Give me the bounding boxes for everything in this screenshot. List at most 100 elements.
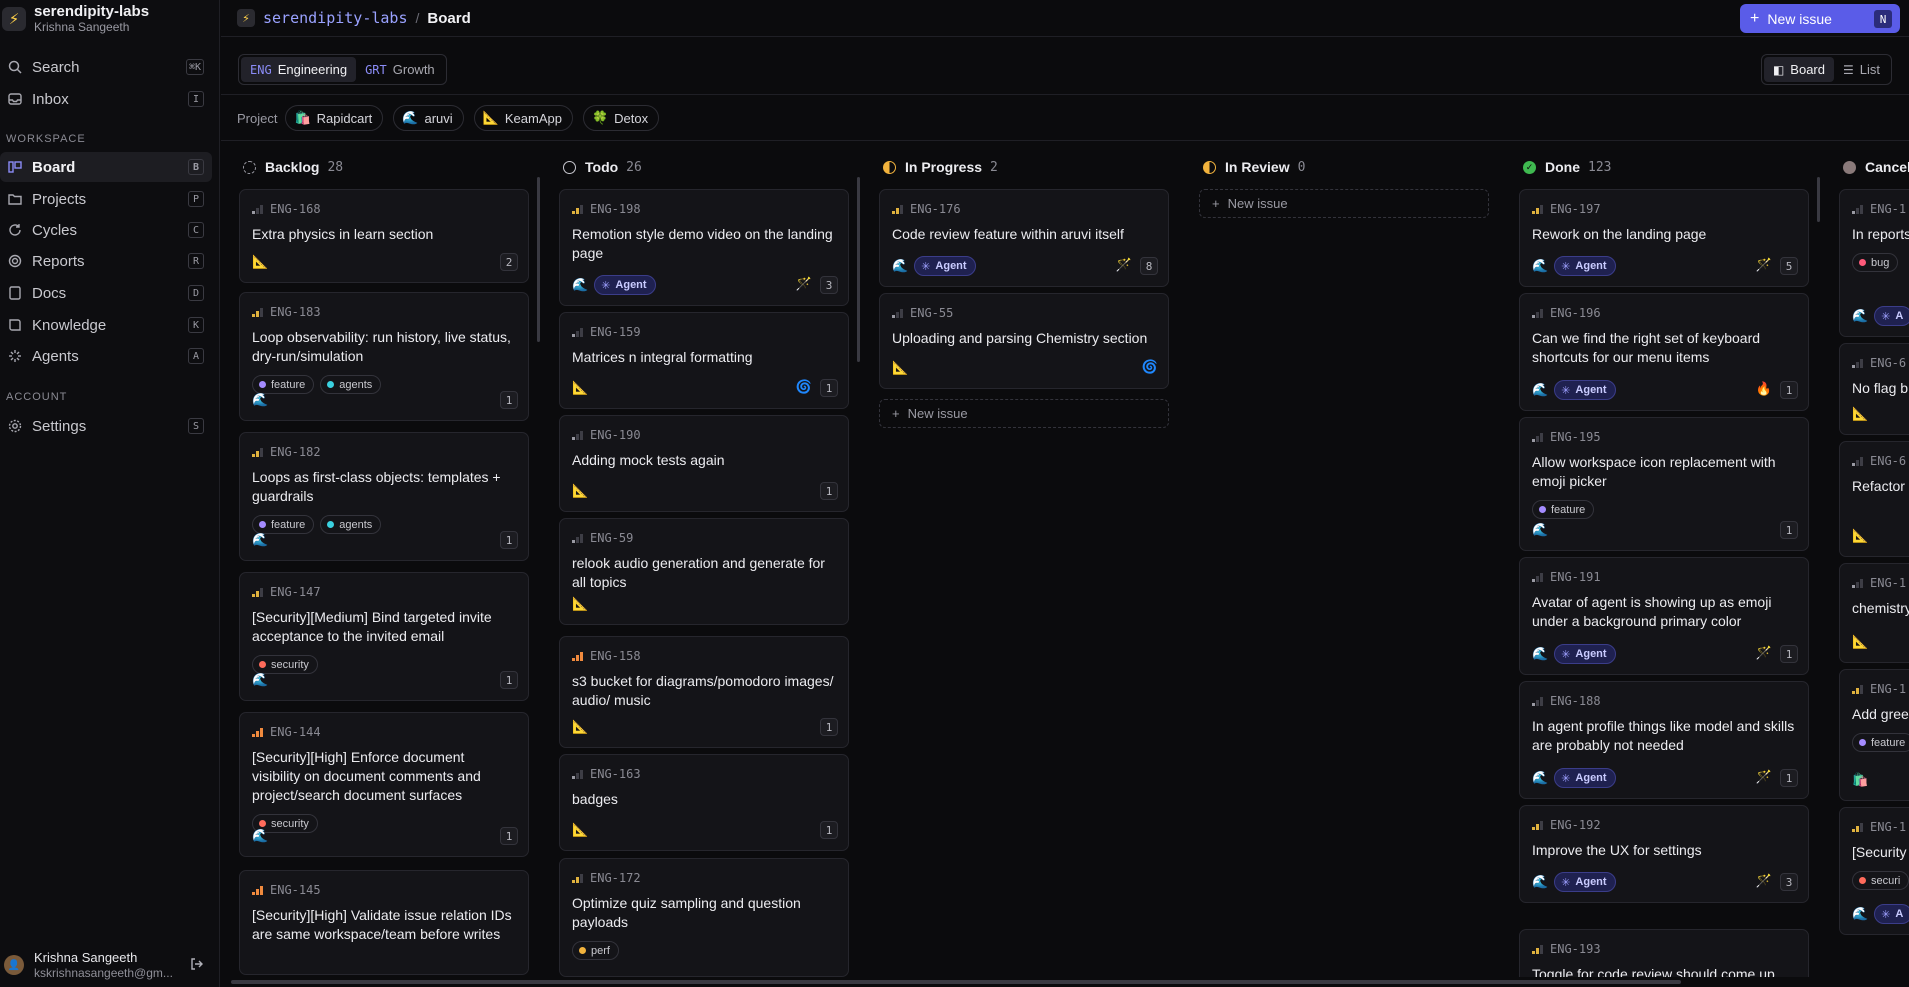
- issue-card[interactable]: ENG-191 Avatar of agent is showing up as …: [1519, 557, 1809, 675]
- sub-issue-count: 8: [1140, 257, 1158, 275]
- sidebar-item-search[interactable]: Search ⌘K: [0, 52, 212, 82]
- issue-card[interactable]: ENG-1 chemistry 📐: [1839, 563, 1909, 663]
- issue-card[interactable]: ENG-188 In agent profile things like mode…: [1519, 681, 1809, 799]
- issue-card[interactable]: ENG-6 No flag b 📐: [1839, 343, 1909, 435]
- sidebar-item-board[interactable]: Board B: [0, 152, 212, 182]
- project-chip-aruvi[interactable]: 🌊 aruvi: [393, 105, 464, 131]
- issue-card[interactable]: ENG-192 Improve the UX for settings 🌊 ✳ Agen…: [1519, 805, 1809, 903]
- tab-view-list[interactable]: ☰ List: [1834, 57, 1889, 82]
- issue-card[interactable]: ENG-168 Extra physics in learn section 📐 2: [239, 189, 529, 283]
- issue-card[interactable]: ENG-183 Loop observability: run history, …: [239, 292, 529, 421]
- issue-card[interactable]: ENG-144 [Security][High] Enforce document…: [239, 712, 529, 857]
- issue-card[interactable]: ENG-1 [Security producti drizzle-o securi 🌊…: [1839, 807, 1909, 935]
- issue-title: Refactor ORM/Co: [1852, 478, 1909, 494]
- sidebar-item-reports[interactable]: Reports R: [0, 246, 212, 276]
- label-chip[interactable]: feature: [1532, 500, 1595, 519]
- agent-badge[interactable]: ✳ A: [1874, 306, 1909, 326]
- issue-card[interactable]: ENG-59 relook audio generation and genera…: [559, 518, 849, 625]
- project-chip-keamapp[interactable]: 📐 KeamApp: [473, 105, 573, 131]
- sidebar-item-cycles[interactable]: Cycles C: [0, 215, 212, 245]
- wave-icon: 🌊: [1532, 258, 1549, 273]
- issue-id-text: ENG-145: [270, 883, 321, 897]
- sparkle-icon: ✳: [1881, 908, 1891, 921]
- triangle-ruler-icon: 📐: [572, 483, 589, 498]
- sidebar-item-inbox[interactable]: Inbox I: [0, 84, 212, 114]
- issue-card[interactable]: ENG-193 Toggle for code review should com…: [1519, 929, 1809, 977]
- issue-card[interactable]: ENG-1In reports complete Yesterdaybug🌊✳A: [1839, 189, 1909, 337]
- horizontal-scrollbar[interactable]: [221, 977, 1909, 987]
- label-name: agents: [339, 518, 373, 531]
- agent-badge[interactable]: ✳ Agent: [914, 256, 976, 276]
- column-header[interactable]: In Review 0: [1203, 157, 1305, 177]
- issue-card[interactable]: ENG-172 Optimize quiz sampling and questi…: [559, 858, 849, 977]
- issue-card[interactable]: ENG-55 Uploading and parsing Chemistry se…: [879, 293, 1169, 389]
- tab-view-board[interactable]: ◧ Board: [1763, 57, 1834, 82]
- issue-title: Add gree across Ra: [1852, 706, 1909, 722]
- triangle-ruler-icon: 📐: [1852, 406, 1869, 421]
- vertical-scrollbar[interactable]: [857, 177, 860, 362]
- sidebar-item-settings[interactable]: Settings S: [0, 411, 212, 441]
- issue-card[interactable]: ENG-159 Matrices n integral formatting 📐 🌀 1: [559, 312, 849, 409]
- sidebar-item-projects[interactable]: Projects P: [0, 184, 212, 214]
- tab-team-growth[interactable]: GRT Growth: [356, 57, 444, 82]
- column-title: Cancel: [1865, 159, 1909, 175]
- new-issue-button[interactable]: + New issue N: [1740, 4, 1900, 33]
- docs-icon: [6, 284, 24, 302]
- issue-card[interactable]: ENG-198 Remotion style demo video on the …: [559, 189, 849, 306]
- issue-card[interactable]: ENG-6 Refactor ORM/Co 📐: [1839, 441, 1909, 557]
- status-icon: ✓: [1523, 160, 1536, 174]
- issue-card[interactable]: ENG-147 [Security][Medium] Bind targeted …: [239, 572, 529, 701]
- issue-card[interactable]: ENG-1 Add gree across Ra feature 🛍️: [1839, 669, 1909, 801]
- issue-card[interactable]: ENG-196 Can we find the right set of keyb…: [1519, 293, 1809, 411]
- priority-icon: [1852, 456, 1863, 466]
- agent-badge[interactable]: ✳ A: [1874, 904, 1909, 924]
- issue-card[interactable]: ENG-190 Adding mock tests again 📐 1: [559, 415, 849, 512]
- scrollbar-thumb[interactable]: [231, 980, 1681, 984]
- issue-labels: feature: [1852, 733, 1909, 752]
- project-chip-rapidcart[interactable]: 🛍️ Rapidcart: [285, 105, 384, 131]
- plus-icon: +: [892, 406, 900, 421]
- tab-team-engineering[interactable]: ENG Engineering: [241, 57, 357, 82]
- wave-icon: 🌊: [1532, 382, 1549, 397]
- agent-badge[interactable]: ✳ Agent: [594, 275, 656, 295]
- issue-id-text: ENG-197: [1550, 202, 1601, 216]
- label-chip[interactable]: securi: [1852, 871, 1909, 890]
- workspace-user: Krishna Sangeeth: [34, 20, 130, 34]
- swirl-icon: 🌀: [1141, 359, 1158, 374]
- agent-badge[interactable]: ✳ Agent: [1554, 768, 1616, 788]
- label-chip[interactable]: bug: [1852, 253, 1899, 272]
- agent-badge[interactable]: ✳ Agent: [1554, 256, 1616, 276]
- agent-badge[interactable]: ✳ Agent: [1554, 644, 1616, 664]
- wave-icon: 🌊: [1532, 646, 1549, 661]
- column-header[interactable]: Cancel: [1843, 157, 1909, 177]
- agent-badge[interactable]: ✳ Agent: [1554, 872, 1616, 892]
- issue-card[interactable]: ENG-195 Allow workspace icon replacement …: [1519, 417, 1809, 551]
- vertical-scrollbar[interactable]: [537, 177, 540, 342]
- vertical-scrollbar[interactable]: [1817, 177, 1820, 222]
- column-header[interactable]: ✓ Done 123: [1523, 157, 1611, 177]
- issue-card[interactable]: ENG-158 s3 bucket for diagrams/pomodoro i…: [559, 636, 849, 748]
- issue-card[interactable]: ENG-182 Loops as first-class objects: tem…: [239, 432, 529, 561]
- logout-icon[interactable]: [190, 957, 204, 974]
- workspace-switcher[interactable]: ⚡ serendipity-labs Krishna Sangeeth: [0, 0, 220, 38]
- agent-badge[interactable]: ✳ Agent: [1554, 380, 1616, 400]
- issue-id: ENG-172: [572, 871, 641, 885]
- column-header[interactable]: Backlog 28: [243, 157, 343, 177]
- breadcrumb-workspace[interactable]: serendipity-labs: [263, 9, 408, 27]
- project-chip-detox[interactable]: 🍀 Detox: [582, 105, 660, 131]
- column-header[interactable]: Todo 26: [563, 157, 642, 177]
- sidebar-item-agents[interactable]: Agents A: [0, 341, 212, 371]
- issue-id: ENG-182: [252, 445, 321, 459]
- issue-card[interactable]: ENG-176 Code review feature within aruvi …: [879, 189, 1169, 287]
- issue-card[interactable]: ENG-145 [Security][High] Validate issue r…: [239, 870, 529, 975]
- new-issue-button[interactable]: + New issue: [879, 399, 1169, 428]
- new-issue-button[interactable]: + New issue: [1199, 189, 1489, 218]
- issue-card[interactable]: ENG-163 badges 📐 1: [559, 754, 849, 851]
- column-header[interactable]: In Progress 2: [883, 157, 998, 177]
- label-chip[interactable]: feature: [1852, 733, 1909, 752]
- sidebar-item-knowledge[interactable]: Knowledge K: [0, 310, 212, 340]
- label-chip[interactable]: perf: [572, 941, 619, 960]
- user-profile[interactable]: 👤 Krishna Sangeeth kskrishnasangeeth@gm.…: [0, 950, 220, 980]
- issue-card[interactable]: ENG-197 Rework on the landing page 🌊 ✳ Agent…: [1519, 189, 1809, 287]
- sidebar-item-docs[interactable]: Docs D: [0, 278, 212, 308]
